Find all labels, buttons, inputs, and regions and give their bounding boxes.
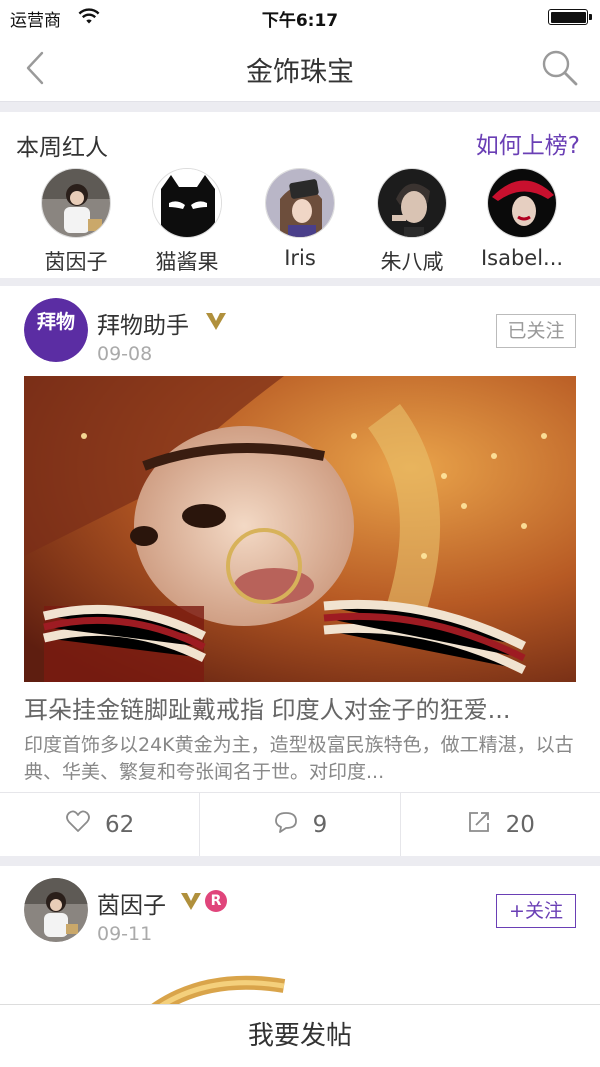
post-card[interactable]: 拜物 拜物助手 09-08 已关注 耳朵挂金链脚趾戴戒指 印度人对金子的狂爱..… xyxy=(0,286,600,856)
hot-people-section: 本周红人 如何上榜? 茵因子 猫酱果 Iris 朱八咸 Isabel... xyxy=(0,112,600,278)
influencer-name: 猫酱果 xyxy=(155,250,219,274)
heart-icon xyxy=(65,809,91,841)
author-name[interactable]: 茵因子 xyxy=(97,886,166,920)
post-excerpt: 印度首饰多以24K黄金为主，造型极富民族特色，做工精湛，以古典、华美、繁复和夸张… xyxy=(24,734,574,783)
avatar xyxy=(377,168,447,238)
section-heading: 本周红人 xyxy=(16,135,108,161)
influencer-name: Isabel... xyxy=(480,246,564,270)
like-button[interactable]: 62 xyxy=(0,793,201,856)
influencer-name: 茵因子 xyxy=(44,250,108,274)
author-name[interactable]: 拜物助手 xyxy=(97,306,189,340)
follow-button[interactable]: +关注 xyxy=(496,894,576,928)
verified-v-icon xyxy=(205,311,227,331)
verified-v-icon xyxy=(180,891,202,911)
avatar xyxy=(41,168,111,238)
avatar xyxy=(487,168,557,238)
share-count: 20 xyxy=(505,811,535,838)
comment-button[interactable]: 9 xyxy=(200,793,401,856)
rank-badge: R xyxy=(205,890,227,912)
follow-button[interactable]: 已关注 xyxy=(496,314,576,348)
influencer-item[interactable]: 朱八咸 xyxy=(358,168,466,276)
author-avatar[interactable]: 拜物 xyxy=(24,298,88,362)
influencer-name: Iris xyxy=(284,246,316,270)
nav-bar: 金饰珠宝 xyxy=(0,34,600,102)
page-title: 金饰珠宝 xyxy=(246,57,354,88)
comment-icon xyxy=(273,809,299,841)
status-bar: 运营商 下午6:17 xyxy=(0,0,600,34)
influencer-item[interactable]: Iris xyxy=(246,168,354,270)
how-to-rank-link[interactable]: 如何上榜? xyxy=(476,126,580,160)
share-icon xyxy=(466,809,492,841)
share-button[interactable]: 20 xyxy=(401,793,600,856)
create-post-button[interactable]: 我要发帖 xyxy=(0,1004,600,1067)
influencer-item[interactable]: Isabel... xyxy=(468,168,576,270)
post-date: 09-11 xyxy=(97,923,153,945)
like-count: 62 xyxy=(105,811,135,838)
influencer-item[interactable]: 猫酱果 xyxy=(133,168,241,276)
comment-count: 9 xyxy=(312,811,328,838)
influencer-name: 朱八咸 xyxy=(380,250,444,274)
post-actions: 62 9 20 xyxy=(0,792,600,856)
author-avatar[interactable] xyxy=(24,878,88,942)
post-date: 09-08 xyxy=(97,343,153,365)
clock: 下午6:17 xyxy=(261,11,339,31)
avatar xyxy=(265,168,335,238)
search-icon[interactable] xyxy=(540,48,580,88)
battery-icon xyxy=(548,9,592,25)
influencer-item[interactable]: 茵因子 xyxy=(22,168,130,276)
post-title[interactable]: 耳朵挂金链脚趾戴戒指 印度人对金子的狂爱... xyxy=(24,690,576,725)
avatar-text: 拜物 xyxy=(37,310,75,333)
avatar xyxy=(152,168,222,238)
post-image[interactable] xyxy=(24,376,576,682)
